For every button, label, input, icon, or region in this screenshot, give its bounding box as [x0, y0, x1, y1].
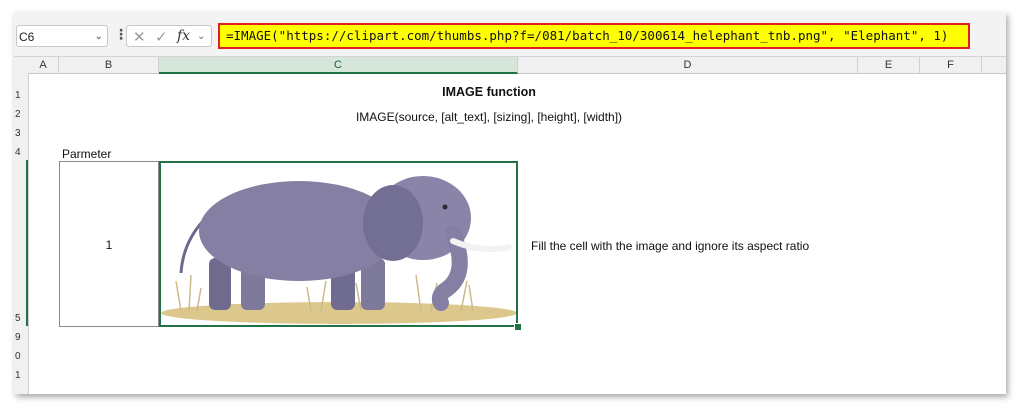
column-header-a[interactable]: A	[28, 57, 59, 74]
confirm-icon[interactable]: ✓	[155, 28, 168, 46]
column-header-e[interactable]: E	[858, 57, 920, 74]
parameter-label: Parmeter	[62, 147, 112, 161]
column-header-d[interactable]: D	[518, 57, 858, 74]
name-box-value: C6	[19, 30, 35, 44]
elephant-image	[161, 176, 516, 324]
row-header-3[interactable]: 3	[14, 128, 28, 140]
select-all-corner[interactable]	[14, 57, 28, 75]
cancel-icon[interactable]: ✕	[133, 28, 146, 46]
formula-input[interactable]: =IMAGE("https://clipart.com/thumbs.php?f…	[218, 23, 970, 49]
sheet-title: IMAGE function	[442, 85, 536, 99]
parameter-value: 1	[105, 238, 113, 252]
insert-function-icon[interactable]: fx	[177, 28, 190, 44]
excel-window: C6 ⌄ ⋮ ✕ ✓ fx ⌄ =IMAGE("https://clipart.…	[14, 12, 1006, 394]
formula-bar: C6 ⌄ ⋮ ✕ ✓ fx ⌄ =IMAGE("https://clipart.…	[14, 12, 1006, 57]
column-header-f[interactable]: F	[920, 57, 982, 74]
selected-row-indicator	[26, 160, 28, 326]
fill-handle[interactable]	[514, 323, 522, 331]
sizing-description: Fill the cell with the image and ignore …	[531, 239, 810, 253]
name-box[interactable]: C6 ⌄	[16, 25, 108, 47]
function-syntax: IMAGE(source, [alt_text], [sizing], [hei…	[355, 110, 623, 124]
row-header-8[interactable]: 1	[14, 370, 28, 382]
row-header-7[interactable]: 0	[14, 351, 28, 363]
row-header-4[interactable]: 4	[14, 147, 28, 159]
column-header-c[interactable]: C	[159, 57, 518, 74]
cell-c6[interactable]	[159, 161, 518, 327]
column-header-b[interactable]: B	[59, 57, 159, 74]
chevron-down-icon[interactable]: ⌄	[95, 26, 103, 48]
column-header-overflow	[982, 57, 1006, 74]
row-header-6[interactable]: 9	[14, 332, 28, 344]
formula-controls: ✕ ✓ fx ⌄	[126, 25, 212, 47]
chevron-down-icon[interactable]: ⌄	[197, 31, 205, 42]
